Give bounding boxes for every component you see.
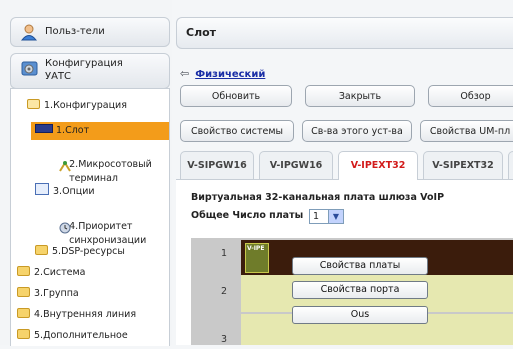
um-board-properties-button[interactable]: Свойства UM-пл (420, 120, 513, 142)
tab-bar: V-SIPGW16 V-IPGW16 V-IPEXT32 V-SIPEXT32 (176, 151, 513, 180)
users-tile-label: Польз-тели (45, 26, 105, 37)
context-menu-board-properties[interactable]: Свойства платы (292, 257, 428, 275)
folder-icon (17, 287, 30, 297)
slot-number: 1 (221, 248, 228, 259)
tree-item-configuration[interactable]: 1.Конфигурация (27, 99, 127, 113)
context-menu-ous[interactable]: Ous (292, 306, 428, 324)
board-count-value: 1 (313, 211, 320, 222)
close-button[interactable]: Закрыть (305, 85, 415, 107)
folder-icon (17, 329, 30, 339)
page-title: Слот (186, 26, 217, 39)
antenna-icon (35, 146, 72, 172)
tab-v-sipgw16[interactable]: V-SIPGW16 (180, 151, 254, 179)
folder-icon (17, 266, 30, 276)
sidebar: Польз-тели Конфигурация УАТС 1.Конфигура… (0, 0, 172, 346)
nav-tree: 1.Конфигурация 1.Слот 2.Микросотовый тер… (10, 88, 170, 346)
system-properties-button[interactable]: Свойство системы (180, 120, 294, 142)
slot-icon (35, 124, 53, 133)
config-icon (21, 61, 38, 76)
refresh-button[interactable]: Обновить (180, 85, 292, 107)
tree-item-dsp[interactable]: 5.DSP-ресурсы (35, 245, 125, 259)
tree-item-system[interactable]: 2.Система (17, 266, 85, 280)
folder-open-icon (27, 99, 40, 109)
page-header: Слот (176, 17, 513, 49)
tree-item-options[interactable]: 3.Опции (35, 183, 95, 199)
tab-more[interactable] (508, 151, 513, 179)
options-icon (35, 183, 49, 195)
users-icon (20, 24, 38, 41)
tab-v-ipext32[interactable]: V-IPEXT32 (338, 151, 418, 180)
slot-number: 3 (221, 334, 228, 345)
slot-grid: 1 V-IPE 2 3 Свойства платы Свойства порт… (191, 238, 513, 345)
board-count-select[interactable]: 1 ▼ (309, 209, 344, 224)
pbx-config-tile[interactable]: Конфигурация УАТС (10, 53, 170, 89)
breadcrumb: ⇦ Физический (180, 67, 265, 80)
tree-item-slot[interactable]: 1.Слот (31, 122, 169, 140)
card-icon[interactable]: V-IPE (245, 243, 269, 273)
chevron-down-icon[interactable]: ▼ (328, 210, 343, 223)
breadcrumb-link-physical[interactable]: Физический (195, 69, 265, 80)
tab-content: Виртуальная 32-канальная плата шлюза VoI… (176, 180, 513, 345)
context-menu-port-properties[interactable]: Свойства порта (292, 281, 428, 299)
tree-item-internal-line[interactable]: 4.Внутренняя линия (17, 308, 136, 322)
tree-item-group[interactable]: 3.Группа (17, 287, 79, 301)
slot-number: 2 (221, 286, 228, 297)
board-title: Виртуальная 32-канальная плата шлюза VoI… (191, 192, 445, 203)
main-area: Слот ⇦ Физический Обновить Закрыть Обзор … (172, 0, 513, 345)
tab-v-sipext32[interactable]: V-SIPEXT32 (423, 151, 503, 179)
back-arrow-icon[interactable]: ⇦ (180, 67, 189, 80)
folder-icon (35, 245, 48, 255)
folder-icon (17, 308, 30, 318)
pbx-config-tile-label: Конфигурация УАТС (45, 58, 123, 82)
board-count-label: Общее Число платы (191, 210, 304, 221)
tree-item-additional[interactable]: 5.Дополнительное (17, 329, 128, 343)
users-tile[interactable]: Польз-тели (10, 17, 170, 47)
tab-v-ipgw16[interactable]: V-IPGW16 (259, 151, 333, 179)
overview-button[interactable]: Обзор (428, 85, 513, 107)
device-properties-button[interactable]: Св-ва этого уст-ва (302, 120, 412, 142)
